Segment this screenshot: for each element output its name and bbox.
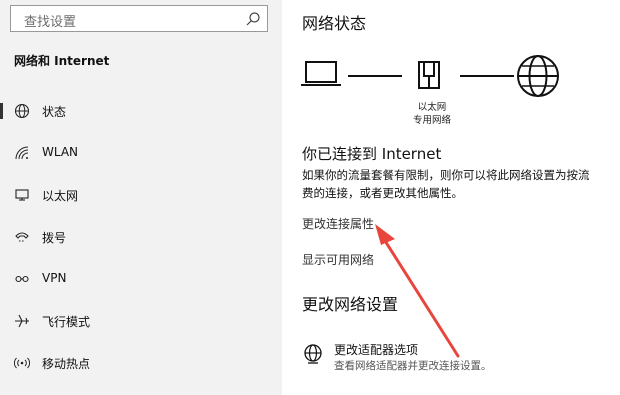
sidebar-item-label: 飞行模式 (42, 315, 91, 329)
ethernet-caption: 以太网 专用网络 (402, 101, 462, 127)
sidebar-item-label: 状态 (42, 105, 67, 119)
sidebar-item-dialup[interactable]: 拨号 (0, 222, 282, 252)
section-title: 网络和 Internet (14, 54, 110, 68)
ethernet-port-icon (418, 61, 440, 89)
description-line: 费的连接，或者更改其他属性。 (302, 186, 463, 200)
sidebar-item-label: 移动热点 (42, 357, 91, 371)
show-available-networks-link[interactable]: 显示可用网络 (302, 251, 374, 268)
adapter-options-description: 查看网络适配器并更改连接设置。 (334, 360, 492, 372)
laptop-icon (301, 61, 341, 86)
search-icon[interactable] (245, 11, 261, 27)
section-heading: 更改网络设置 (302, 295, 399, 314)
ethernet-label: 以太网 (417, 102, 447, 113)
metered-description: 如果你的流量套餐有限制，则你可以将此网络设置为按流 费的连接，或者更改其他属性。 (302, 166, 620, 202)
sidebar-item-ethernet[interactable]: 以太网 (0, 180, 282, 210)
sidebar-item-label: 以太网 (42, 189, 79, 203)
sidebar-item-status[interactable]: 状态 (0, 96, 282, 126)
status-globe-icon (14, 103, 30, 119)
sidebar-item-label: 拨号 (42, 231, 67, 245)
connection-status: 你已连接到 Internet (302, 145, 442, 163)
sidebar-item-label: VPN (42, 271, 67, 285)
sidebar-item-vpn[interactable]: VPN (0, 264, 282, 294)
adapter-options-link[interactable]: 更改适配器选项 (334, 341, 418, 358)
search-box[interactable]: 查找设置 (10, 5, 268, 32)
adapter-globe-icon[interactable] (302, 343, 324, 365)
sidebar-item-label: WLAN (42, 145, 79, 159)
wifi-icon (15, 146, 29, 160)
description-line: 如果你的流量套餐有限制，则你可以将此网络设置为按流 (302, 168, 590, 182)
sidebar-item-wlan[interactable]: WLAN (0, 138, 282, 168)
dialup-icon (15, 232, 29, 242)
internet-globe-icon (517, 55, 559, 97)
ethernet-icon (15, 189, 29, 201)
main-content: 网络状态 以太网 专用网络 你已连接到 Internet 如果你的流量套餐有限制… (282, 0, 620, 395)
search-input[interactable]: 查找设置 (24, 11, 76, 30)
vpn-icon (15, 275, 29, 283)
selected-indicator (0, 103, 3, 119)
page-title: 网络状态 (302, 14, 367, 33)
change-connection-properties-link[interactable]: 更改连接属性 (302, 215, 374, 232)
network-type-label: 专用网络 (412, 115, 451, 126)
airplane-icon (15, 314, 29, 328)
navigation-pane: 查找设置 网络和 Internet 状态 WLAN 以太网 拨号 VPN 飞行模… (0, 0, 282, 395)
sidebar-item-airplane[interactable]: 飞行模式 (0, 306, 282, 336)
sidebar-item-hotspot[interactable]: 移动热点 (0, 348, 282, 378)
hotspot-icon (14, 357, 30, 369)
